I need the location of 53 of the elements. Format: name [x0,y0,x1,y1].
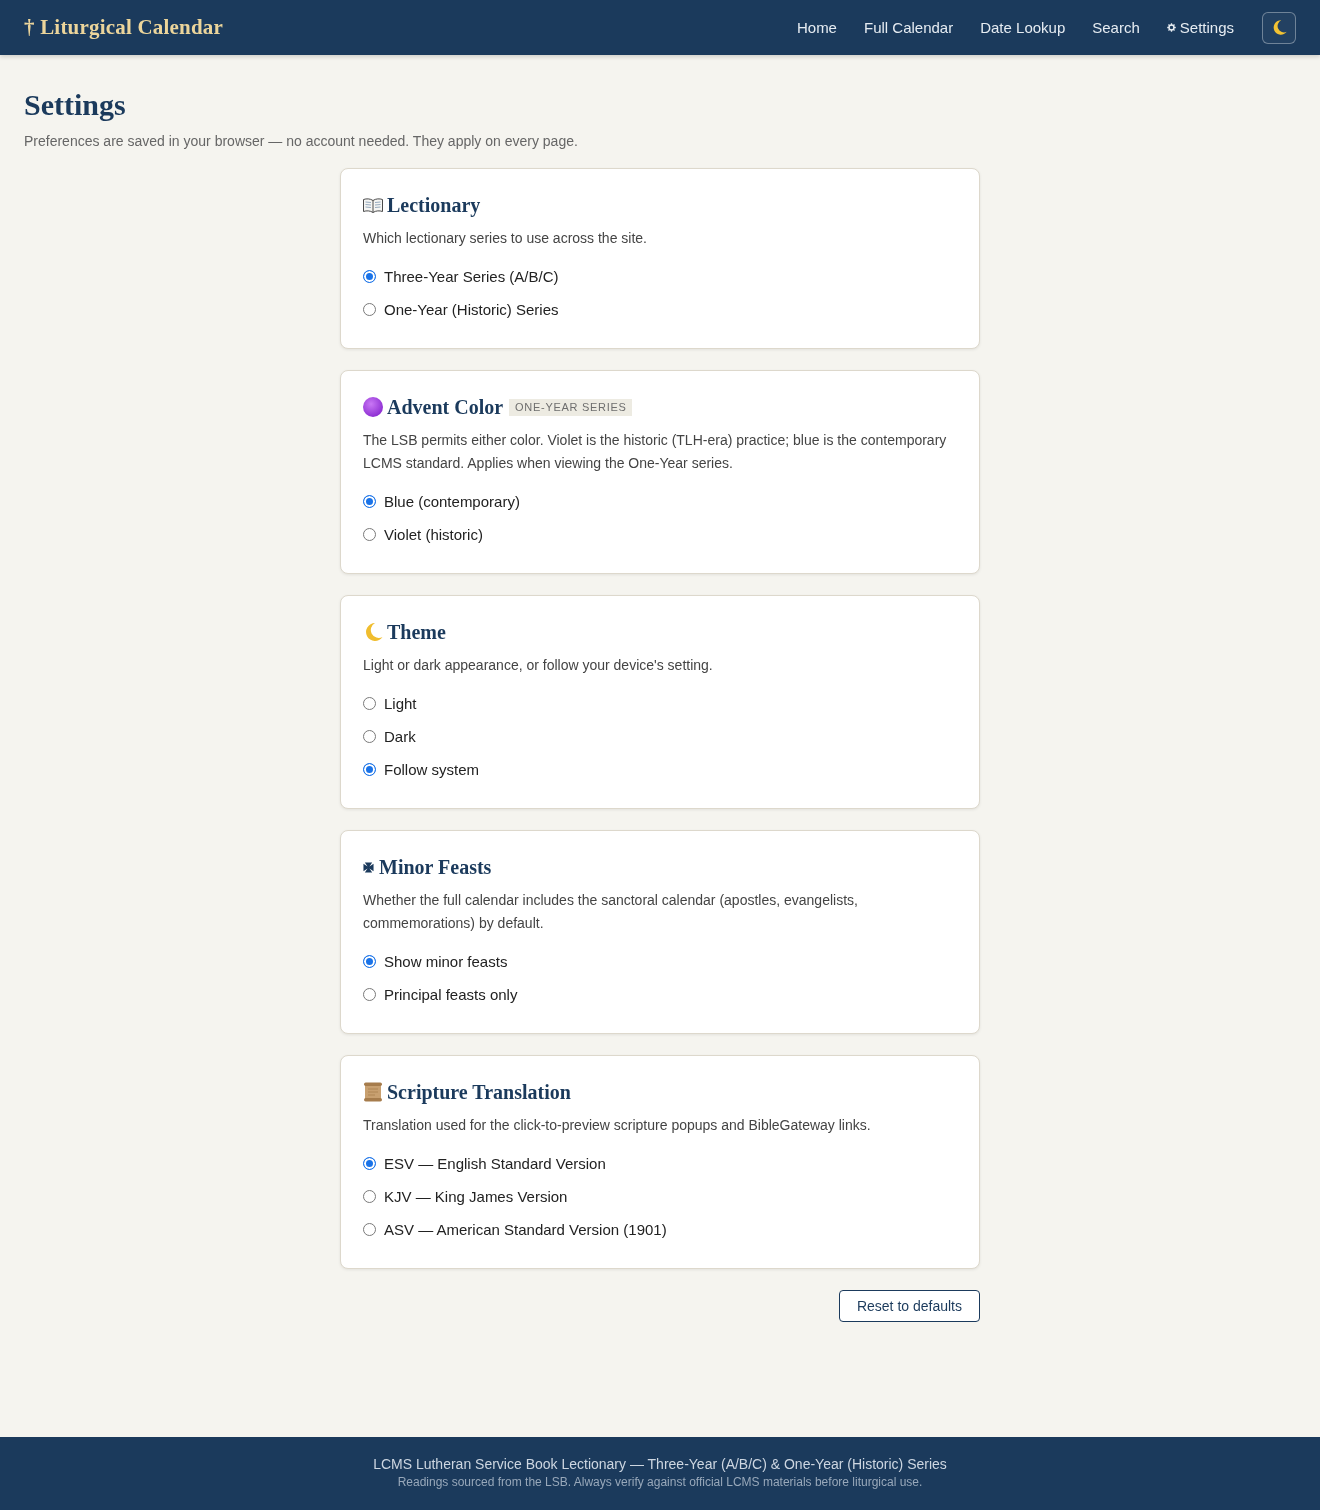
radio-button[interactable] [363,1157,376,1170]
radio-button[interactable] [363,763,376,776]
reset-button[interactable]: Reset to defaults [838,1290,980,1322]
cross-icon [363,861,374,873]
radio-button[interactable] [363,495,376,508]
option-label[interactable]: Principal feasts only [384,984,518,1005]
section-description: Translation used for the click-to-preview scripture popups and BibleGateway links. [363,1116,872,1135]
option-label[interactable]: ESV — English Standard Version [384,1153,606,1174]
option-label[interactable]: Follow system [384,759,480,780]
section-title: Advent Color [387,395,504,420]
radio-button[interactable] [363,528,376,541]
footer-note: Readings sourced from the LSB. Always verify against official LCMS materials before liturgical use. [396,1474,924,1491]
radio-button[interactable] [363,270,376,283]
nav-link[interactable]: Date Lookup [980,17,1066,38]
option-label[interactable]: Dark [384,726,416,747]
moon-icon [363,622,383,642]
series-tag: ONE-YEAR SERIES [509,398,633,416]
option-label[interactable]: Light [384,693,417,714]
footer-text: LCMS Lutheran Service Book Lectionary — Three-Year (A/B/C) & One-Year (Historic) Series [372,1455,948,1474]
page-subtitle: Preferences are saved in your browser — no account needed. They apply on every page. [24,132,579,151]
option-label[interactable]: ASV — American Standard Version (1901) [384,1219,667,1240]
section-description: The LSB permits either color. Violet is the historic (TLH-era) practice; blue is the contemporary LCMS standard. Applies when viewing the One-Year series. [363,431,948,473]
gear-icon [1166,23,1176,32]
circle-icon [363,397,383,417]
nav-link[interactable]: Search [1092,17,1140,38]
nav-link[interactable]: Home [796,17,837,38]
section-description: Which lectionary series to use across the site. [363,229,648,248]
section-description: Whether the full calendar includes the sanctoral calendar (apostles, evangelists, commemorations) by default. [363,891,859,933]
radio-button[interactable] [363,988,376,1001]
radio-button[interactable] [363,1223,376,1236]
section-title: Minor Feasts [379,855,492,880]
radio-button[interactable] [363,1190,376,1203]
option-label[interactable]: Blue (contemporary) [384,491,520,512]
section-title: Theme [387,620,446,645]
nav-link[interactable]: Full Calendar [863,17,954,38]
option-label[interactable]: Violet (historic) [384,524,483,545]
page-title: Settings [24,87,127,123]
radio-button[interactable] [363,730,376,743]
section-title: Scripture Translation [387,1080,571,1105]
radio-button[interactable] [363,955,376,968]
option-label[interactable]: Three-Year Series (A/B/C) [384,266,559,287]
radio-button[interactable] [363,303,376,316]
scroll-icon [363,1082,383,1102]
section-title: Lectionary [387,193,481,218]
radio-button[interactable] [363,697,376,710]
option-label[interactable]: KJV — King James Version [384,1186,568,1207]
option-label[interactable]: Show minor feasts [384,951,508,972]
theme-toggle-button[interactable] [1262,11,1296,44]
book-icon [363,197,383,213]
nav-link[interactable]: Settings [1166,17,1234,38]
section-description: Light or dark appearance, or follow your device's setting. [363,656,714,675]
site-title[interactable]: † Liturgical Calendar [24,15,224,40]
option-label[interactable]: One-Year (Historic) Series [384,299,559,320]
